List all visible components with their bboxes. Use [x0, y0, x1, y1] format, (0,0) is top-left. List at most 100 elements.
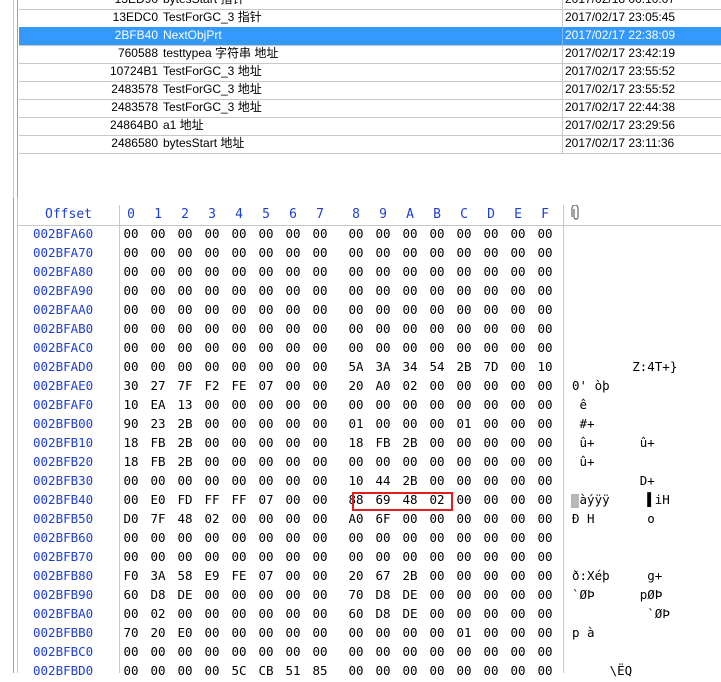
- hex-byte[interactable]: 00: [534, 644, 556, 659]
- hex-byte[interactable]: 00: [453, 587, 475, 602]
- hex-byte[interactable]: 00: [399, 245, 421, 260]
- hex-byte[interactable]: 3A: [147, 568, 169, 583]
- hex-byte[interactable]: 60: [345, 606, 367, 621]
- hex-byte[interactable]: 00: [120, 321, 142, 336]
- hex-byte[interactable]: 67: [372, 568, 394, 583]
- hex-byte[interactable]: 00: [201, 283, 223, 298]
- hex-byte[interactable]: 00: [120, 606, 142, 621]
- list-item[interactable]: 2483578 TestForGC_3 地址 2017/02/17 22:44:38: [19, 99, 721, 118]
- hex-byte[interactable]: 00: [282, 283, 304, 298]
- hex-row[interactable]: 002BFB30 00 00 00 00 00 00 00 00 10 44 2B 00 00 00 00 00…: [18, 473, 721, 492]
- hex-byte[interactable]: 00: [282, 321, 304, 336]
- hex-byte[interactable]: 00: [426, 340, 448, 355]
- hex-byte[interactable]: 00: [228, 340, 250, 355]
- hex-byte[interactable]: 00: [309, 511, 331, 526]
- hex-row[interactable]: 002BFB90 60 D8 DE 00 00 00 00 00 70 D8 DE 00 00 00 00 00…: [18, 587, 721, 606]
- hex-byte[interactable]: 00: [174, 340, 196, 355]
- hex-byte[interactable]: 00: [228, 473, 250, 488]
- hex-byte[interactable]: 00: [453, 378, 475, 393]
- hex-byte[interactable]: 00: [228, 283, 250, 298]
- hex-byte[interactable]: 00: [228, 359, 250, 374]
- hex-byte[interactable]: 00: [309, 264, 331, 279]
- hex-byte[interactable]: 00: [399, 416, 421, 431]
- hex-byte[interactable]: 00: [507, 549, 529, 564]
- hex-row[interactable]: 002BFB60 00 00 00 00 00 00 00 00 00 00 00 00 00 00 00 00: [18, 530, 721, 549]
- hex-byte[interactable]: 00: [426, 397, 448, 412]
- hex-byte[interactable]: 00: [345, 264, 367, 279]
- hex-byte[interactable]: 00: [228, 416, 250, 431]
- hex-byte[interactable]: A0: [345, 511, 367, 526]
- hex-byte[interactable]: 00: [282, 549, 304, 564]
- hex-byte[interactable]: 00: [201, 302, 223, 317]
- hex-byte[interactable]: 00: [534, 530, 556, 545]
- hex-byte[interactable]: 00: [309, 644, 331, 659]
- list-item[interactable]: 2BFB40 NextObjPrt 2017/02/17 22:38:09: [19, 27, 721, 46]
- hex-byte[interactable]: 00: [507, 245, 529, 260]
- hex-byte[interactable]: 00: [255, 302, 277, 317]
- hex-byte[interactable]: 00: [399, 321, 421, 336]
- hex-byte[interactable]: A0: [372, 378, 394, 393]
- hex-byte[interactable]: 5A: [345, 359, 367, 374]
- hex-byte[interactable]: 00: [147, 302, 169, 317]
- hex-byte[interactable]: 00: [309, 568, 331, 583]
- hex-byte[interactable]: 20: [147, 625, 169, 640]
- hex-byte[interactable]: E0: [147, 492, 169, 507]
- hex-byte[interactable]: 00: [372, 283, 394, 298]
- hex-byte[interactable]: 00: [534, 321, 556, 336]
- hex-row[interactable]: 002BFB10 18 FB 2B 00 00 00 00 00 18 FB 2B 00 00 00 00 00…: [18, 435, 721, 454]
- hex-byte[interactable]: 00: [480, 511, 502, 526]
- hex-byte[interactable]: 18: [120, 454, 142, 469]
- hex-byte[interactable]: 00: [372, 321, 394, 336]
- hex-byte[interactable]: 00: [453, 264, 475, 279]
- hex-byte[interactable]: 00: [345, 340, 367, 355]
- hex-byte[interactable]: 00: [120, 530, 142, 545]
- hex-byte[interactable]: 00: [507, 283, 529, 298]
- hex-byte[interactable]: 00: [507, 587, 529, 602]
- hex-byte[interactable]: 90: [120, 416, 142, 431]
- hex-row[interactable]: 002BFA80 00 00 00 00 00 00 00 00 00 00 00 00 00 00 00 00: [18, 264, 721, 283]
- hex-byte[interactable]: 00: [480, 663, 502, 678]
- hex-byte[interactable]: 00: [426, 454, 448, 469]
- hex-byte[interactable]: 00: [399, 625, 421, 640]
- hex-byte[interactable]: 00: [507, 264, 529, 279]
- hex-byte[interactable]: 00: [534, 454, 556, 469]
- hex-byte[interactable]: FB: [147, 435, 169, 450]
- hex-byte[interactable]: 00: [399, 663, 421, 678]
- hex-byte[interactable]: 00: [120, 473, 142, 488]
- hex-byte[interactable]: 00: [147, 283, 169, 298]
- hex-byte[interactable]: 00: [480, 606, 502, 621]
- hex-byte[interactable]: 00: [147, 530, 169, 545]
- hex-byte[interactable]: 00: [345, 644, 367, 659]
- hex-byte[interactable]: 00: [255, 283, 277, 298]
- hex-byte[interactable]: 00: [480, 454, 502, 469]
- hex-byte[interactable]: 00: [282, 473, 304, 488]
- hex-byte[interactable]: 00: [507, 473, 529, 488]
- hex-byte[interactable]: 00: [453, 511, 475, 526]
- hex-byte[interactable]: 00: [147, 549, 169, 564]
- hex-byte[interactable]: FF: [201, 492, 223, 507]
- hex-byte[interactable]: 00: [282, 416, 304, 431]
- hex-byte[interactable]: 02: [399, 378, 421, 393]
- hex-row[interactable]: 002BFAD0 00 00 00 00 00 00 00 00 5A 3A 34 54 2B 7D 00 10…: [18, 359, 721, 378]
- hex-byte[interactable]: 00: [147, 321, 169, 336]
- hex-byte[interactable]: 00: [228, 549, 250, 564]
- hex-byte[interactable]: 00: [372, 416, 394, 431]
- hex-byte[interactable]: 00: [480, 549, 502, 564]
- hex-byte[interactable]: 00: [201, 226, 223, 241]
- hex-byte[interactable]: 00: [426, 321, 448, 336]
- list-item[interactable]: 2483578 TestForGC_3 地址 2017/02/17 23:55:52: [19, 81, 721, 100]
- list-item[interactable]: 13EDC0 TestForGC_3 指针 2017/02/17 23:05:45: [19, 9, 721, 28]
- hex-byte[interactable]: 00: [174, 549, 196, 564]
- hex-byte[interactable]: 00: [534, 416, 556, 431]
- hex-byte[interactable]: 00: [534, 378, 556, 393]
- hex-byte[interactable]: 00: [426, 264, 448, 279]
- hex-row[interactable]: 002BFAB0 00 00 00 00 00 00 00 00 00 00 00 00 00 00 00 00: [18, 321, 721, 340]
- hex-byte[interactable]: 00: [309, 625, 331, 640]
- hex-byte[interactable]: 02: [147, 606, 169, 621]
- hex-byte[interactable]: F0: [120, 568, 142, 583]
- hex-byte[interactable]: 00: [228, 226, 250, 241]
- hex-byte[interactable]: 00: [174, 473, 196, 488]
- hex-byte[interactable]: 00: [399, 511, 421, 526]
- hex-byte[interactable]: 00: [372, 454, 394, 469]
- hex-byte[interactable]: 00: [399, 226, 421, 241]
